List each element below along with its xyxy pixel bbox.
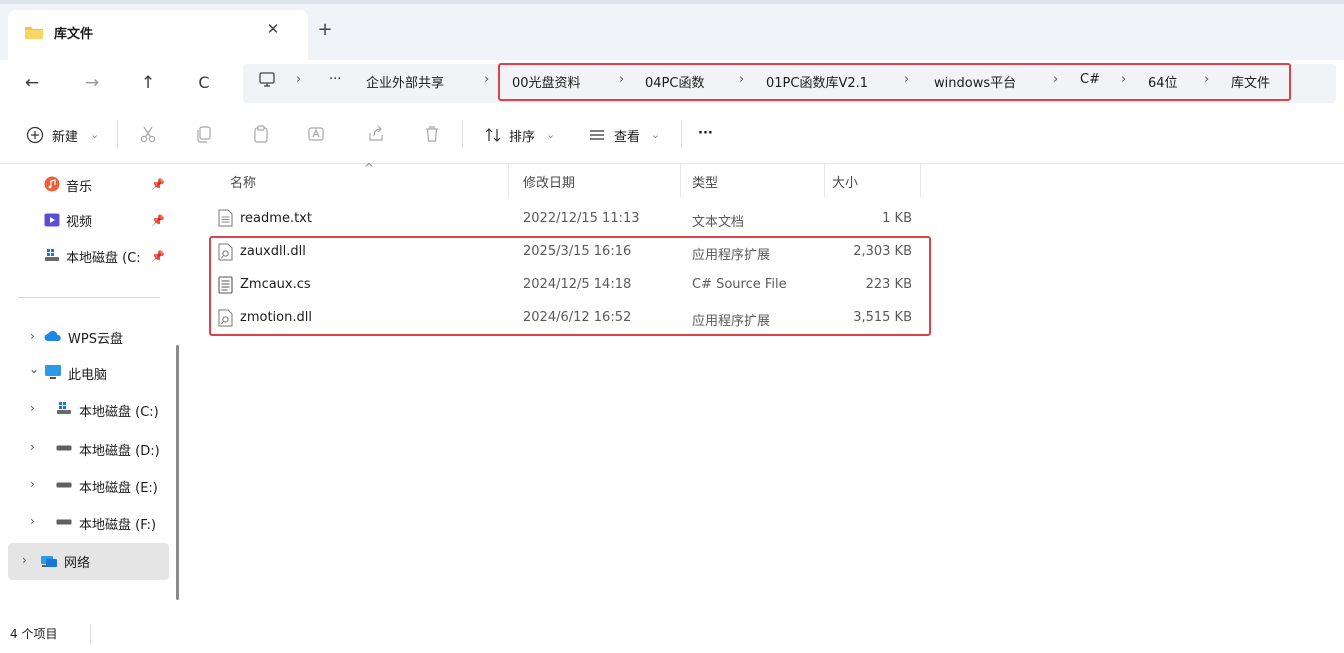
sidebar-item-label: 本地磁盘 (E:) bbox=[79, 481, 158, 496]
file-type: 文本文档 bbox=[692, 215, 745, 230]
rename-icon[interactable] bbox=[306, 124, 326, 144]
chevron-down-icon: ⌄ bbox=[546, 128, 556, 141]
toolbar-divider bbox=[462, 120, 463, 148]
share-icon[interactable] bbox=[366, 124, 386, 144]
refresh-button[interactable]: C bbox=[190, 70, 218, 96]
chevron-down-icon: ⌄ bbox=[651, 128, 661, 141]
toolbar-divider bbox=[681, 120, 682, 148]
video-icon bbox=[44, 213, 60, 227]
pc-icon bbox=[45, 365, 61, 379]
column-header-type[interactable]: 类型 bbox=[692, 172, 718, 191]
status-bar bbox=[0, 622, 1344, 653]
paste-icon[interactable] bbox=[251, 124, 271, 144]
sidebar-item-label: 本地磁盘 (D:) bbox=[79, 444, 160, 459]
copy-icon[interactable] bbox=[194, 124, 214, 144]
sidebar-divider bbox=[18, 297, 160, 298]
toolbar-divider bbox=[117, 120, 118, 148]
chevron-right-icon[interactable]: › bbox=[30, 401, 35, 415]
item-count: 4 个项目 bbox=[10, 627, 58, 641]
close-icon[interactable]: ✕ bbox=[263, 19, 283, 39]
chevron-down-icon: ⌄ bbox=[90, 128, 100, 141]
music-icon bbox=[44, 176, 60, 192]
sort-ascending-icon: ^ bbox=[364, 161, 375, 175]
text-file-icon bbox=[218, 209, 233, 227]
drive-icon bbox=[56, 445, 72, 451]
column-divider[interactable] bbox=[920, 164, 921, 198]
sidebar-item-label: 本地磁盘 (C:) bbox=[79, 405, 159, 420]
file-date: 2022/12/15 11:13 bbox=[523, 211, 640, 226]
delete-icon[interactable] bbox=[422, 124, 442, 144]
forward-button[interactable]: → bbox=[78, 70, 106, 96]
column-divider[interactable] bbox=[508, 164, 509, 198]
status-divider bbox=[90, 624, 91, 644]
sort-button[interactable]: 排序 bbox=[509, 126, 535, 145]
view-icon bbox=[590, 130, 604, 140]
new-button[interactable]: 新建 bbox=[52, 126, 78, 145]
column-header-size[interactable]: 大小 bbox=[832, 172, 858, 191]
chevron-right-icon[interactable]: › bbox=[22, 553, 27, 567]
sort-icon bbox=[485, 128, 501, 142]
pin-icon: 📌 bbox=[151, 178, 165, 191]
column-header-date[interactable]: 修改日期 bbox=[523, 172, 575, 191]
breadcrumb-separator: › bbox=[484, 72, 490, 87]
breadcrumb-more-button[interactable]: ··· bbox=[329, 72, 341, 87]
cloud-icon bbox=[44, 330, 61, 341]
drive-icon bbox=[56, 519, 72, 525]
sidebar-item-label: 此电脑 bbox=[68, 368, 108, 383]
add-circle-icon bbox=[26, 126, 44, 144]
sidebar-item-label: 视频 bbox=[66, 215, 93, 230]
chevron-right-icon[interactable]: › bbox=[30, 440, 35, 454]
chevron-right-icon[interactable]: › bbox=[30, 514, 35, 528]
sidebar-item-label: 网络 bbox=[64, 556, 91, 571]
back-button[interactable]: ← bbox=[18, 70, 46, 96]
network-icon bbox=[41, 556, 57, 567]
chevron-down-icon[interactable]: ⌄ bbox=[29, 362, 39, 376]
sidebar-item-label: 本地磁盘 (F:) bbox=[79, 518, 157, 533]
file-size: 1 KB bbox=[882, 211, 912, 226]
files-highlight-box bbox=[209, 236, 931, 336]
pin-icon: 📌 bbox=[151, 250, 165, 263]
cut-icon[interactable] bbox=[138, 124, 158, 144]
system-drive-icon bbox=[57, 402, 71, 414]
chevron-right-icon[interactable]: › bbox=[30, 477, 35, 491]
column-divider[interactable] bbox=[824, 164, 825, 198]
view-button[interactable]: 查看 bbox=[614, 126, 640, 145]
pin-icon: 📌 bbox=[151, 214, 165, 227]
monitor-icon bbox=[259, 72, 275, 87]
drive-c-icon bbox=[45, 249, 59, 261]
address-highlight-box bbox=[498, 63, 1291, 101]
sidebar-item-label: 音乐 bbox=[66, 180, 93, 195]
window-top-edge bbox=[0, 0, 1344, 4]
tab-title: 库文件 bbox=[54, 27, 94, 42]
breadcrumb-item[interactable]: 企业外部共享 bbox=[366, 72, 444, 91]
folder-icon bbox=[25, 27, 43, 39]
chevron-right-icon[interactable]: › bbox=[30, 329, 35, 343]
more-options-button[interactable]: ··· bbox=[698, 126, 713, 141]
breadcrumb-separator: › bbox=[296, 72, 302, 87]
up-button[interactable]: ↑ bbox=[134, 70, 162, 96]
sidebar-item-label: 本地磁盘 (C: bbox=[66, 251, 141, 266]
column-divider[interactable] bbox=[680, 164, 681, 198]
column-header-name[interactable]: 名称 bbox=[230, 172, 256, 191]
sidebar-scrollbar[interactable] bbox=[176, 345, 179, 600]
drive-icon bbox=[56, 482, 72, 488]
sidebar-item-label: WPS云盘 bbox=[68, 332, 123, 347]
new-tab-button[interactable]: + bbox=[313, 19, 337, 43]
file-name: readme.txt bbox=[240, 211, 312, 226]
